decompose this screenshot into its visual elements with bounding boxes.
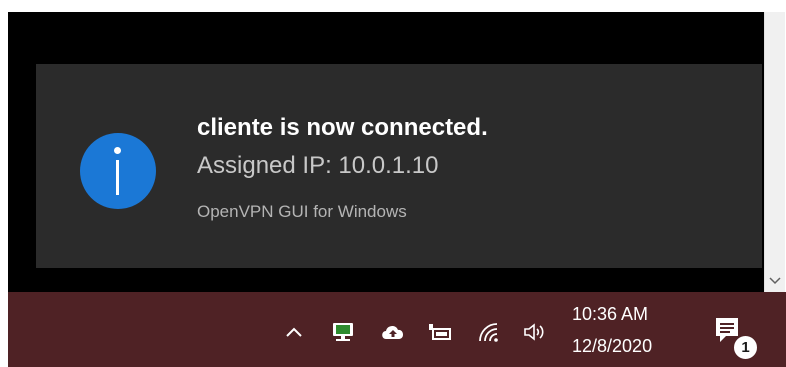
scroll-down-arrow-icon[interactable]	[765, 270, 785, 292]
notification-body: Assigned IP: 10.0.1.10	[197, 152, 439, 179]
clock-date[interactable]: 12/8/2020	[572, 336, 652, 357]
info-icon	[80, 133, 156, 209]
volume-icon[interactable]	[522, 320, 548, 344]
notification-title: cliente is now connected.	[197, 114, 488, 141]
wifi-icon[interactable]	[476, 320, 502, 344]
scrollbar[interactable]	[764, 12, 785, 292]
clock-time[interactable]: 10:36 AM	[572, 304, 648, 325]
notification-count-badge: 1	[732, 334, 759, 361]
battery-power-icon[interactable]	[427, 320, 453, 344]
notification-source: OpenVPN GUI for Windows	[197, 202, 407, 221]
onedrive-cloud-icon[interactable]	[380, 320, 406, 344]
openvpn-connected-icon[interactable]	[330, 320, 356, 344]
show-hidden-icons-chevron-icon[interactable]	[281, 320, 307, 344]
action-center-button[interactable]: 1	[708, 312, 764, 362]
